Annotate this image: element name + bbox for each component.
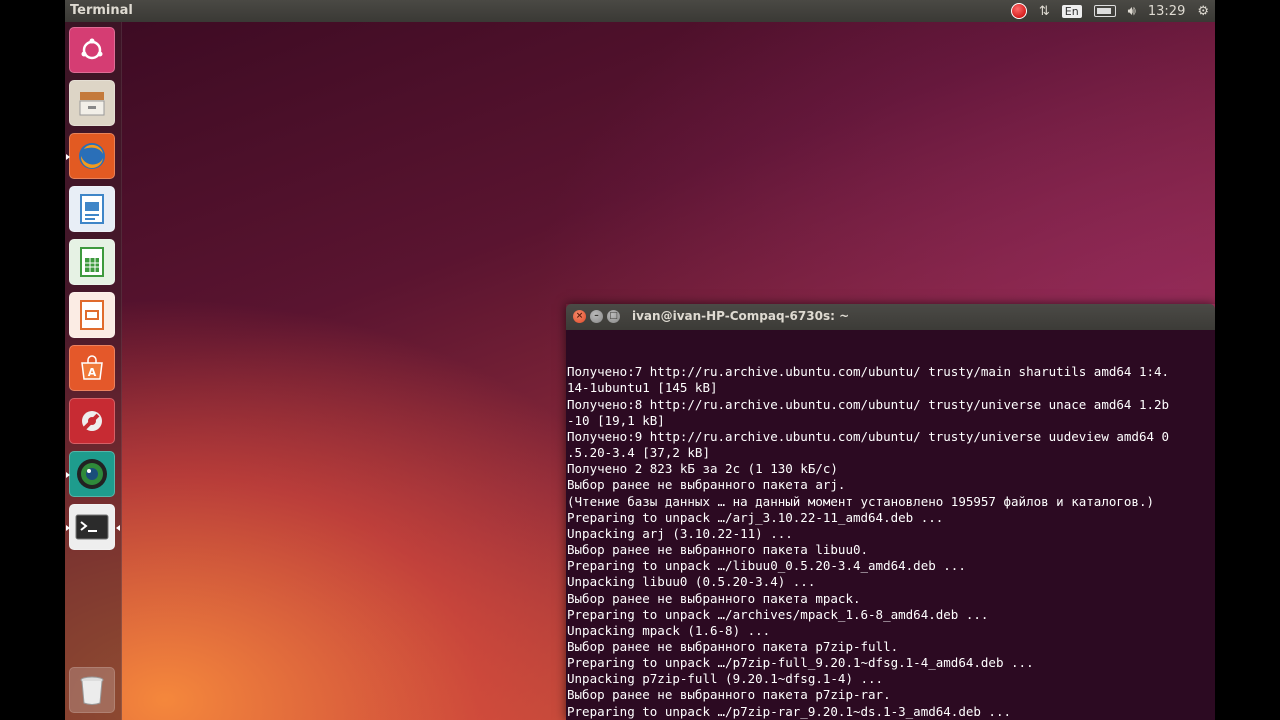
terminal-line: Preparing to unpack …/archives/mpack_1.6…: [567, 606, 989, 622]
svg-text:A: A: [88, 366, 97, 379]
terminal-line: Получено:8 http://ru.archive.ubuntu.com/…: [567, 396, 1170, 412]
terminal-icon: [75, 510, 109, 544]
settings-gear-wrench-icon: [75, 404, 109, 438]
terminal-line: Preparing to unpack …/libuu0_0.5.20-3.4_…: [567, 558, 966, 574]
terminal-line: Получено:7 http://ru.archive.ubuntu.com/…: [567, 364, 1170, 380]
volume-icon[interactable]: 🔊︎: [1128, 4, 1136, 19]
terminal-line: Получено:9 http://ru.archive.ubuntu.com/…: [567, 428, 1170, 444]
keyboard-layout-indicator[interactable]: En: [1061, 4, 1082, 18]
terminal-line: Preparing to unpack …/p7zip-rar_9.20.1~d…: [567, 703, 1012, 719]
terminal-line: Preparing to unpack …/arj_3.10.22-11_amd…: [567, 509, 944, 525]
gear-icon[interactable]: ⚙: [1197, 4, 1209, 19]
terminal-line: .5.20-3.4 [37,2 kB]: [567, 445, 710, 461]
running-indicator: [66, 472, 70, 478]
launcher-item-software-center[interactable]: A: [69, 345, 115, 391]
terminal-line: Unpacking p7zip-full (9.20.1~dfsg.1-4) .…: [567, 671, 884, 687]
active-app-title: Terminal: [70, 3, 133, 18]
running-indicator: [66, 154, 70, 160]
terminal-line: Unpacking libuu0 (0.5.20-3.4) ...: [567, 574, 816, 590]
terminal-line: Получено 2 823 kБ за 2с (1 130 kБ/c): [567, 461, 838, 477]
launcher-item-libreoffice-impress[interactable]: [69, 292, 115, 338]
terminal-line: Unpacking arj (3.10.22-11) ...: [567, 525, 793, 541]
terminal-line: Выбор ранее не выбранного пакета mpack.: [567, 590, 861, 606]
top-panel: Terminal ⇅ En 🔊︎ 13:29 ⚙: [65, 0, 1215, 22]
focused-indicator: [116, 525, 120, 531]
launcher-item-terminal[interactable]: [66, 504, 120, 550]
trash-icon: [75, 673, 109, 707]
terminal-lines: Получено:7 http://ru.archive.ubuntu.com/…: [567, 364, 1214, 720]
launcher-item-ubuntu-dash[interactable]: [69, 27, 115, 73]
minimize-button[interactable]: –: [590, 310, 603, 323]
terminal-line: Выбор ранее не выбранного пакета libuu0.: [567, 542, 869, 558]
terminal-line: Unpacking mpack (1.6-8) ...: [567, 622, 771, 638]
terminal-line: -10 [19,1 kB]: [567, 412, 665, 428]
launcher-item-shotwell[interactable]: [66, 451, 115, 497]
launcher-item-libreoffice-calc[interactable]: [69, 239, 115, 285]
impress-presentation-icon: [75, 298, 109, 332]
terminal-line: (Чтение базы данных … на данный момент у…: [567, 493, 1154, 509]
terminal-window[interactable]: × – □ ivan@ivan-HP-Compaq-6730s: ~ Получ…: [566, 304, 1215, 720]
camera-lens-icon: [75, 457, 109, 491]
launcher: A: [65, 22, 122, 720]
battery-icon[interactable]: [1093, 5, 1116, 17]
writer-document-icon: [75, 192, 109, 226]
launcher-item-firefox[interactable]: [66, 133, 115, 179]
launcher-item-files[interactable]: [69, 80, 115, 126]
window-titlebar[interactable]: × – □ ivan@ivan-HP-Compaq-6730s: ~: [566, 304, 1215, 330]
indicator-tray: ⇅ En 🔊︎ 13:29 ⚙: [1010, 0, 1209, 22]
launcher-item-libreoffice-writer[interactable]: [69, 186, 115, 232]
terminal-line: Выбор ранее не выбранного пакета p7zip-r…: [567, 687, 891, 703]
terminal-line: 14-1ubuntu1 [145 kB]: [567, 380, 718, 396]
clock[interactable]: 13:29: [1148, 4, 1185, 19]
launcher-item-system-settings[interactable]: [69, 398, 115, 444]
window-title: ivan@ivan-HP-Compaq-6730s: ~: [632, 309, 850, 323]
terminal-line: Выбор ранее не выбранного пакета arj.: [567, 477, 846, 493]
calc-spreadsheet-icon: [75, 245, 109, 279]
terminal-output[interactable]: Получено:7 http://ru.archive.ubuntu.com/…: [566, 330, 1215, 720]
terminal-line: Preparing to unpack …/p7zip-full_9.20.1~…: [567, 655, 1034, 671]
software-center-icon: A: [75, 351, 109, 385]
record-icon[interactable]: [1010, 3, 1027, 19]
launcher-item-trash[interactable]: [69, 667, 115, 713]
terminal-line: Выбор ранее не выбранного пакета p7zip-f…: [567, 638, 899, 654]
network-arrows-icon[interactable]: ⇅: [1039, 4, 1050, 19]
ubuntu-logo-icon: [75, 33, 109, 67]
file-cabinet-icon: [75, 86, 109, 120]
firefox-icon: [75, 139, 109, 173]
running-indicator: [66, 525, 70, 531]
close-button[interactable]: ×: [573, 310, 586, 323]
maximize-button[interactable]: □: [607, 310, 620, 323]
